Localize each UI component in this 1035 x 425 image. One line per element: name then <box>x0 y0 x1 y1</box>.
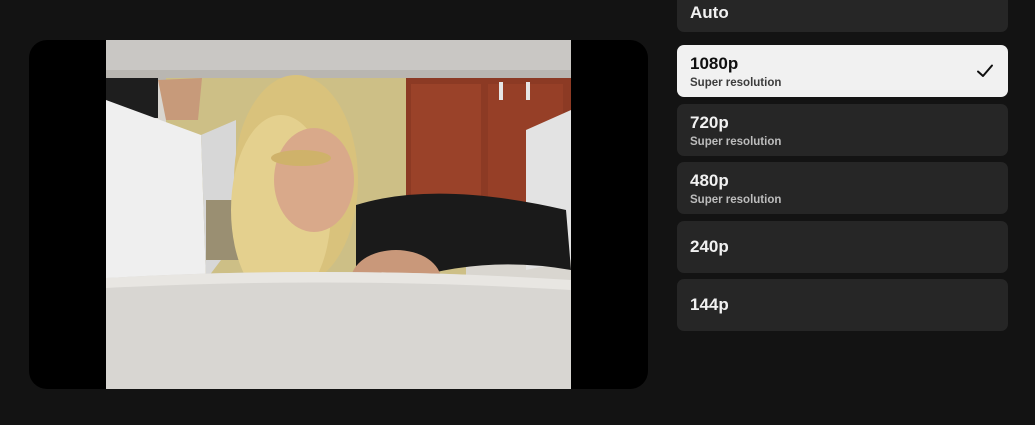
video-quality-screen: Auto 1080p Super resolution 720p Super r… <box>0 0 1035 425</box>
video-frame <box>106 40 571 389</box>
quality-option-label: 1080p <box>690 54 739 73</box>
video-player[interactable] <box>29 40 648 389</box>
quality-option-240p[interactable]: 240p <box>677 221 1008 273</box>
quality-option-label: 720p <box>690 113 729 132</box>
quality-option-label: 144p <box>690 295 729 314</box>
quality-option-sublabel: Super resolution <box>690 194 782 206</box>
quality-option-720p[interactable]: 720p Super resolution <box>677 104 1008 156</box>
quality-option-480p[interactable]: 480p Super resolution <box>677 162 1008 214</box>
quality-option-label: Auto <box>690 3 729 22</box>
checkmark-icon <box>977 64 993 77</box>
quality-option-144p[interactable]: 144p <box>677 279 1008 331</box>
quality-option-1080p[interactable]: 1080p Super resolution <box>677 45 1008 97</box>
quality-option-label: 240p <box>690 237 729 256</box>
quality-option-label: 480p <box>690 171 729 190</box>
quality-option-auto[interactable]: Auto <box>677 0 1008 32</box>
video-frame-image <box>106 40 571 389</box>
quality-option-sublabel: Super resolution <box>690 136 782 148</box>
quality-option-sublabel: Super resolution <box>690 77 782 89</box>
